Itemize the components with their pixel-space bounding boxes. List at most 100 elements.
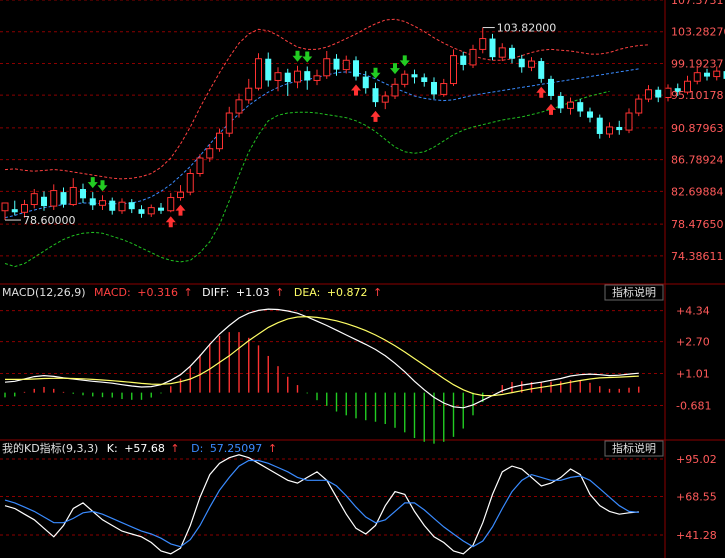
candle-body [50, 190, 58, 207]
diff-value: +1.03 [236, 286, 270, 299]
candle-body [538, 61, 545, 79]
candlestick [255, 53, 262, 91]
candle-body [69, 186, 77, 206]
kd-explain-button[interactable]: 指标说明 [604, 440, 664, 457]
candle-body [60, 192, 67, 205]
candle-body [284, 72, 291, 82]
kd-tick-label: +95.02 [676, 453, 717, 466]
candle-body [381, 95, 389, 103]
candle-body [245, 87, 253, 101]
candle-body [616, 126, 623, 131]
k-label: K: [107, 442, 118, 455]
price-tick-label: 103.28270 [671, 26, 725, 39]
candle-body [274, 72, 282, 81]
chart-background [0, 0, 725, 558]
candle-body [450, 55, 457, 85]
candle-body [158, 207, 164, 211]
candle-body [577, 102, 584, 112]
low-price-label: 78.60000 [23, 214, 76, 227]
k-up-arrow: ↑ [170, 442, 179, 455]
candle-body [704, 72, 710, 77]
candle-body [440, 83, 448, 95]
kd-tick-label: +68.55 [676, 490, 717, 503]
candle-body [342, 59, 350, 71]
diff-up-arrow: ↑ [275, 286, 284, 299]
candle-body [128, 202, 135, 210]
diff-label: DIFF: [202, 286, 229, 299]
candle-body [362, 76, 369, 89]
candle-body [109, 200, 116, 211]
price-tick-label: 78.47650 [671, 218, 724, 231]
candle-body [216, 132, 223, 150]
candle-body [460, 55, 467, 65]
dea-up-arrow: ↑ [373, 286, 382, 299]
candle-body [372, 88, 379, 103]
candle-body [11, 209, 18, 213]
dea-value: +0.872 [327, 286, 368, 299]
macd-tick-label: -0.681 [676, 400, 711, 413]
candle-body [587, 111, 593, 118]
macd-explain-button[interactable]: 指标说明 [604, 284, 664, 301]
kd-header: 我的KD指标(9,3,3) K: +57.68 ↑ D: 57.25097 ↑ [2, 441, 277, 455]
d-label: D: [191, 442, 203, 455]
candle-body [30, 193, 38, 206]
candle-body [138, 209, 145, 214]
candle-body [625, 112, 633, 131]
candle-body [489, 38, 496, 58]
macd-value: +0.316 [137, 286, 178, 299]
candle-body [479, 38, 487, 50]
candle-body [645, 89, 652, 100]
macd-tick-label: +4.34 [676, 305, 710, 318]
candle-body [304, 71, 311, 81]
candle-body [421, 77, 428, 82]
macd-indicator-name: MACD(12,26,9) [2, 286, 86, 299]
kd-tick-label: +41.28 [676, 529, 717, 542]
price-tick-label: 90.87963 [671, 122, 724, 135]
candle-body [186, 173, 194, 193]
candle-body [1, 202, 9, 212]
candle-body [167, 197, 175, 212]
candle-body [431, 81, 437, 95]
candle-body [401, 73, 409, 85]
dea-label: DEA: [294, 286, 320, 299]
candle-body [333, 58, 340, 70]
candle-body [21, 204, 28, 213]
price-tick-label: 74.38611 [671, 250, 724, 263]
candle-body [323, 58, 331, 77]
candle-body [498, 47, 506, 58]
candle-body [177, 191, 184, 199]
price-tick-label: 95.10178 [671, 89, 724, 102]
candle-body [41, 196, 47, 207]
candle-body [635, 98, 643, 114]
candle-body [255, 58, 262, 89]
candle-body [528, 60, 535, 68]
d-up-arrow: ↑ [268, 442, 277, 455]
macd-label: MACD: [94, 286, 131, 299]
kd-explain-label: 指标说明 [612, 441, 656, 455]
price-tick-label: 82.69884 [671, 185, 724, 198]
candle-body [147, 207, 155, 215]
price-tick-label: 107.3731 [671, 0, 724, 7]
candle-body [89, 198, 96, 206]
candle-body [567, 101, 574, 109]
k-value: +57.68 [124, 442, 165, 455]
d-value: 57.25097 [210, 442, 263, 455]
kd-indicator-name: 我的KD指标(9,3,3) [2, 441, 98, 455]
candle-body [596, 117, 603, 134]
candle-body [235, 99, 243, 114]
candle-body [655, 89, 662, 98]
candle-body [99, 200, 106, 206]
price-tick-label: 99.19237 [671, 57, 724, 70]
candle-body [118, 201, 126, 212]
candle-body [693, 72, 701, 82]
candle-body [313, 75, 321, 81]
candle-body [713, 70, 721, 78]
candle-body [391, 83, 399, 97]
candle-body [265, 58, 272, 81]
high-price-label: 103.82000 [497, 22, 557, 35]
candle-body [411, 74, 418, 78]
candle-body [353, 60, 359, 77]
stock-chart: 107.3731 103.28270 99.19237 95.10178 90.8796… [0, 0, 725, 558]
candle-body [518, 58, 525, 68]
candle-body [548, 78, 554, 96]
